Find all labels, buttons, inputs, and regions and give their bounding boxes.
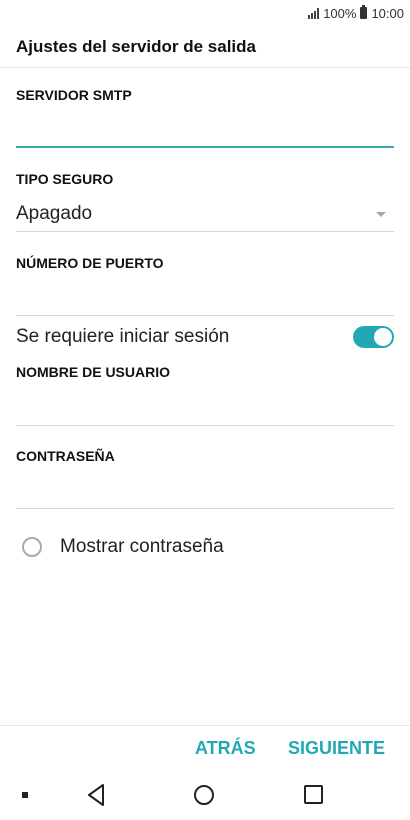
action-bar: ATRÁS SIGUIENTE	[0, 725, 410, 772]
smtp-server-underline	[16, 146, 394, 148]
page-title: Ajustes del servidor de salida	[0, 26, 410, 68]
status-bar: 100% 10:00	[0, 0, 410, 26]
battery-icon	[360, 5, 368, 19]
screen: 100% 10:00 Ajustes del servidor de salid…	[0, 0, 410, 820]
password-underline	[16, 508, 394, 509]
checkbox-circle-icon[interactable]	[22, 537, 42, 557]
password-input[interactable]	[16, 473, 394, 507]
username-underline	[16, 425, 394, 426]
login-required-label: Se requiere iniciar sesión	[16, 326, 230, 347]
navigation-bar	[0, 772, 410, 820]
password-label: CONTRASEÑA	[16, 448, 115, 464]
home-circle-icon[interactable]	[194, 785, 214, 805]
toggle-knob	[374, 328, 392, 346]
recents-square-icon[interactable]	[304, 785, 323, 804]
dropdown-arrow-icon	[376, 212, 386, 217]
show-password-option[interactable]: Mostrar contraseña	[22, 536, 224, 558]
port-underline	[16, 315, 394, 316]
next-button[interactable]: SIGUIENTE	[288, 738, 385, 759]
username-input[interactable]	[16, 390, 394, 424]
port-label: NÚMERO DE PUERTO	[16, 255, 164, 271]
signal-icon	[308, 7, 320, 19]
port-input[interactable]	[16, 280, 394, 314]
smtp-server-label: SERVIDOR SMTP	[16, 87, 132, 103]
security-type-underline	[16, 231, 394, 232]
back-button[interactable]: ATRÁS	[195, 738, 256, 759]
show-password-label: Mostrar contraseña	[60, 536, 224, 557]
security-type-label: TIPO SEGURO	[16, 171, 114, 187]
login-required-toggle[interactable]	[353, 326, 394, 348]
clock: 10:00	[371, 5, 404, 21]
username-label: NOMBRE DE USUARIO	[16, 364, 171, 380]
battery-percent: 100%	[323, 5, 357, 21]
security-type-value: Apagado	[16, 203, 93, 224]
smtp-server-input[interactable]	[16, 112, 394, 146]
back-triangle-icon[interactable]	[86, 783, 106, 807]
dot-icon	[22, 792, 28, 798]
